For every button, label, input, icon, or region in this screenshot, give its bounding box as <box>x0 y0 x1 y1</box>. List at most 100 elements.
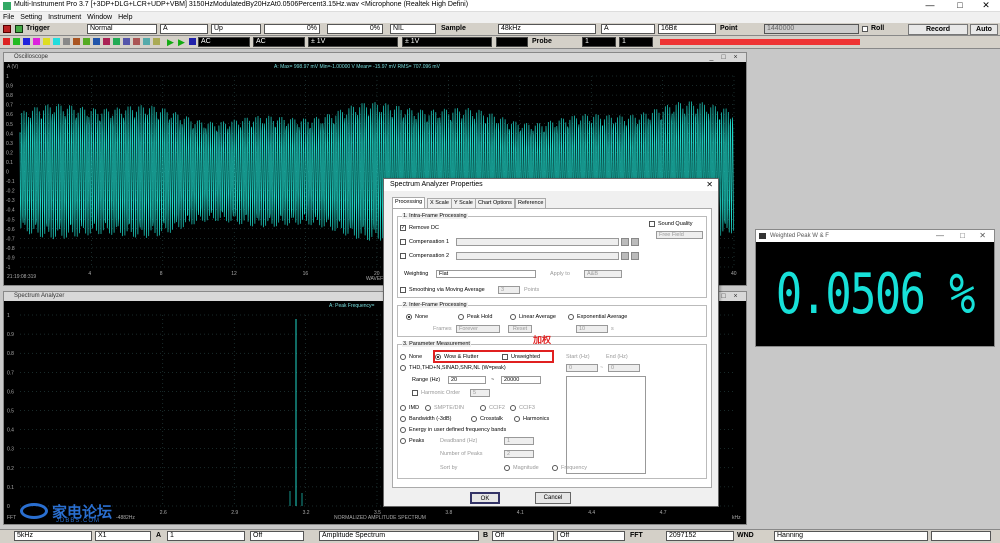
display-icon[interactable] <box>23 38 30 45</box>
trigger-level-1[interactable]: 0% <box>264 24 320 34</box>
generator-icon[interactable] <box>33 38 40 45</box>
end-hz-input[interactable]: 0 <box>608 364 640 372</box>
num-peaks-input[interactable]: 2 <box>504 450 534 458</box>
window-function-select[interactable]: Hanning <box>774 531 928 541</box>
range-a-select[interactable]: ± 1V <box>308 37 398 47</box>
ch-b-select[interactable]: Off <box>492 531 554 541</box>
ddp-icon[interactable] <box>83 38 90 45</box>
cancel-button[interactable]: Cancel <box>535 492 571 504</box>
frames-select[interactable]: Forever <box>456 325 500 333</box>
auto-button[interactable]: Auto <box>970 24 998 35</box>
apply-to-select[interactable]: A&B <box>584 270 622 278</box>
tab-reference[interactable]: Reference <box>515 198 547 208</box>
trigger-channel-select[interactable]: A <box>160 24 208 34</box>
comp2-browse-icon[interactable] <box>621 252 629 260</box>
range-high-input[interactable]: 20000 <box>501 376 541 384</box>
menu-setting[interactable]: Setting <box>17 13 45 22</box>
wpk-minimize-button[interactable]: — <box>936 230 944 242</box>
logger-icon[interactable] <box>73 38 80 45</box>
stop-icon[interactable] <box>3 25 11 33</box>
deadband-input[interactable]: 1 <box>504 437 534 445</box>
meter-icon[interactable] <box>43 38 50 45</box>
energy-radio[interactable] <box>400 427 406 433</box>
harmonic-order-checkbox[interactable] <box>412 390 418 396</box>
minimize-button[interactable]: — <box>918 0 942 10</box>
filter-icon[interactable] <box>103 38 110 45</box>
lcr-icon[interactable] <box>123 38 130 45</box>
exp-seconds-input[interactable]: 10 <box>576 325 608 333</box>
start-hz-input[interactable]: 0 <box>566 364 598 372</box>
harmonic-order-input[interactable]: 5 <box>470 389 490 397</box>
sound-quality-checkbox[interactable] <box>649 221 655 227</box>
peak-hold-radio[interactable] <box>458 314 464 320</box>
coupling-b-select[interactable]: AC <box>253 37 305 47</box>
overlay1-select[interactable]: Off <box>250 531 304 541</box>
probe-a-select[interactable]: 1 <box>582 37 616 47</box>
zoom-select[interactable]: X1 <box>95 531 151 541</box>
device-test-icon[interactable] <box>93 38 100 45</box>
thd-radio[interactable] <box>400 365 406 371</box>
osc-close-button[interactable]: × <box>731 53 740 62</box>
exp-average-radio[interactable] <box>568 314 574 320</box>
nil-select[interactable]: NIL <box>390 24 436 34</box>
smoothing-points-input[interactable]: 3 <box>498 286 520 294</box>
fft-size-select[interactable]: 2097152 <box>666 531 734 541</box>
comp1-edit-icon[interactable] <box>631 238 639 246</box>
udp-icon[interactable] <box>133 38 140 45</box>
bandwidth-radio[interactable] <box>400 416 406 422</box>
maximize-button[interactable]: □ <box>948 0 972 10</box>
osc-maximize-button[interactable]: □ <box>719 53 728 62</box>
harmonics-radio[interactable] <box>514 416 520 422</box>
tab-processing[interactable]: Processing <box>392 197 426 208</box>
range-low-input[interactable]: 20 <box>448 376 486 384</box>
linear-average-radio[interactable] <box>510 314 516 320</box>
crosstalk-radio[interactable] <box>471 416 477 422</box>
comp2-checkbox[interactable] <box>400 253 406 259</box>
step-icon[interactable]: ▶ <box>178 37 185 48</box>
imd-radio[interactable] <box>400 405 406 411</box>
panel-icon[interactable] <box>113 38 120 45</box>
ccif3-radio[interactable] <box>510 405 516 411</box>
rbw-select[interactable]: 5kHz <box>14 531 92 541</box>
point-input[interactable]: 1440000 <box>764 24 859 34</box>
extra-select[interactable] <box>496 37 528 47</box>
ch-a-select[interactable]: 1 <box>167 531 245 541</box>
play-icon[interactable]: ▶ <box>167 37 174 48</box>
weighting-select[interactable]: Flat <box>436 270 536 278</box>
sort-magnitude-radio[interactable] <box>504 465 510 471</box>
trigger-level-2[interactable]: 0% <box>327 24 383 34</box>
channel-icon[interactable] <box>13 38 20 45</box>
vbm-icon[interactable] <box>143 38 150 45</box>
roll-checkbox[interactable] <box>862 26 868 32</box>
tab-x-scale[interactable]: X Scale <box>427 198 452 208</box>
phase-icon[interactable] <box>63 38 70 45</box>
probe-b-select[interactable]: 1 <box>619 37 653 47</box>
ok-button[interactable]: OK <box>470 492 500 504</box>
ccif2-radio[interactable] <box>480 405 486 411</box>
range-b-select[interactable]: ± 1V <box>402 37 492 47</box>
tab-chart-options[interactable]: Chart Options <box>475 198 515 208</box>
menu-window[interactable]: Window <box>84 13 115 22</box>
pause-icon[interactable] <box>189 38 196 45</box>
menu-instrument[interactable]: Instrument <box>45 13 84 22</box>
bits-select[interactable]: 16Bit <box>658 24 716 34</box>
channel-select[interactable]: A <box>601 24 655 34</box>
spec-close-button[interactable]: × <box>731 292 740 301</box>
param-none-radio[interactable] <box>400 354 406 360</box>
trigger-mode-select[interactable]: Normal <box>87 24 157 34</box>
inter-none-radio[interactable] <box>406 314 412 320</box>
trigger-edge-select[interactable]: Up <box>211 24 261 34</box>
extra-bottom-select[interactable] <box>931 531 991 541</box>
sort-frequency-radio[interactable] <box>552 465 558 471</box>
peaks-radio[interactable] <box>400 438 406 444</box>
record-icon[interactable] <box>3 38 10 45</box>
spec-maximize-button[interactable]: □ <box>719 292 728 301</box>
comp2-edit-icon[interactable] <box>631 252 639 260</box>
sample-rate-select[interactable]: 48kHz <box>498 24 596 34</box>
comp1-browse-icon[interactable] <box>621 238 629 246</box>
spectrum-icon[interactable] <box>53 38 60 45</box>
smoothing-checkbox[interactable] <box>400 287 406 293</box>
reset-button[interactable]: Reset <box>508 325 532 333</box>
close-button[interactable]: ✕ <box>974 0 998 11</box>
dialog-close-button[interactable]: ✕ <box>706 179 713 191</box>
